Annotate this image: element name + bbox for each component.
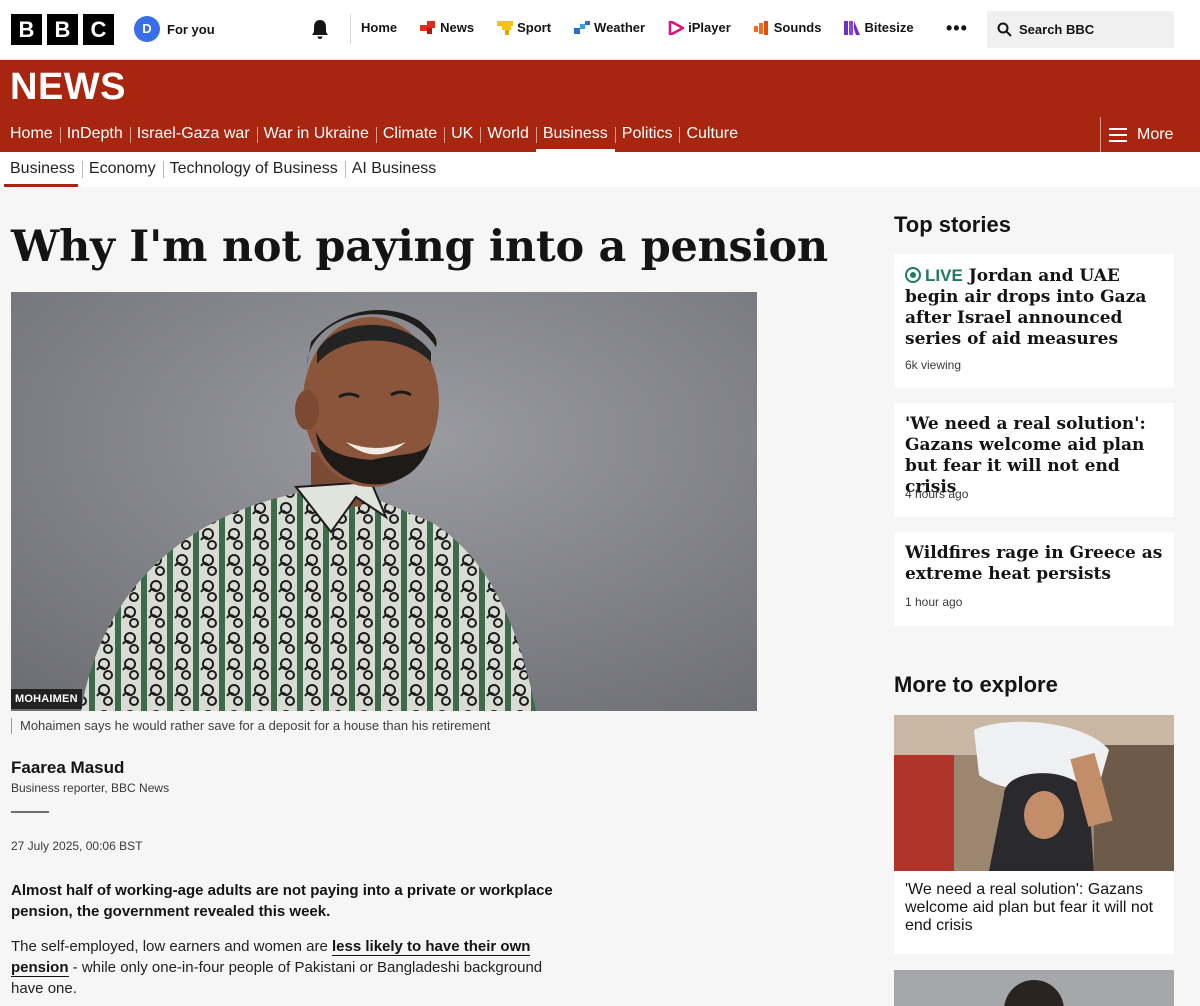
global-nav-weather[interactable]: Weather <box>574 20 645 35</box>
global-nav-bitesize[interactable]: Bitesize <box>844 20 914 35</box>
portrait-image <box>11 292 757 711</box>
global-nav-news[interactable]: News <box>420 20 474 35</box>
global-nav-iplayer[interactable]: iPlayer <box>668 20 731 35</box>
story-title: 'We need a real solution': Gazans welcom… <box>905 881 1154 934</box>
for-you-link[interactable]: D For you <box>134 16 215 42</box>
story-timestamp: 1 hour ago <box>905 595 963 609</box>
subnav-economy[interactable]: Economy <box>81 152 163 187</box>
article-headline: Why I'm not paying into a pension <box>11 222 828 272</box>
bbc-logo[interactable]: B B C <box>11 14 114 45</box>
article-date: 27 July 2025, 00:06 BST <box>11 839 143 853</box>
more-to-explore-heading: More to explore <box>894 672 1058 697</box>
article-paragraph: The self-employed, low earners and women… <box>11 936 571 999</box>
news-nav-uk[interactable]: UK <box>444 117 480 152</box>
top-stories-heading: Top stories <box>894 212 1011 237</box>
more-menu-button[interactable]: More <box>1100 117 1200 152</box>
iplayer-icon <box>668 20 685 35</box>
story-title: 'We need a real solution': Gazans welcom… <box>905 414 1146 497</box>
top-story-card[interactable]: 'We need a real solution': Gazans welcom… <box>894 403 1174 517</box>
byline-divider <box>11 811 49 813</box>
sounds-icon <box>753 20 768 35</box>
news-nav-indepth[interactable]: InDepth <box>59 117 130 152</box>
subnav-technology-of-business[interactable]: Technology of Business <box>162 152 345 187</box>
news-nav-home[interactable]: Home <box>0 117 60 152</box>
bbc-logo-letter: B <box>47 14 78 45</box>
sport-icon <box>497 20 514 35</box>
story-title: LIVE Jordan and UAE begin air drops into… <box>905 265 1163 350</box>
photo-caption: Mohaimen says he would rather save for a… <box>11 718 490 734</box>
search-placeholder: Search BBC <box>1019 22 1095 37</box>
search-icon <box>997 22 1012 37</box>
global-nav-home[interactable]: Home <box>361 20 397 35</box>
news-banner: NEWS Home InDepth Israel-Gaza war War in… <box>0 60 1200 152</box>
top-story-card[interactable]: LIVE Jordan and UAE begin air drops into… <box>894 254 1174 388</box>
global-nav-label: iPlayer <box>688 20 731 35</box>
global-nav-label: Sport <box>517 20 552 35</box>
weather-icon <box>574 20 591 34</box>
news-nav-politics[interactable]: Politics <box>614 117 680 152</box>
hamburger-icon <box>1109 127 1127 142</box>
story-timestamp: 4 hours ago <box>905 487 969 501</box>
live-icon <box>905 267 921 283</box>
explore-story-card[interactable]: 'We need a real solution': Gazans welcom… <box>894 871 1174 954</box>
search-bbc-input[interactable]: Search BBC <box>987 11 1174 48</box>
business-subnav: Business Economy Technology of Business … <box>0 152 1200 187</box>
article-photo <box>11 292 757 711</box>
explore-story-image[interactable] <box>894 970 1174 1006</box>
bitesize-icon <box>844 20 861 35</box>
subnav-ai-business[interactable]: AI Business <box>344 152 443 187</box>
live-label: LIVE <box>925 266 963 285</box>
news-wordmark[interactable]: NEWS <box>10 66 126 109</box>
global-nav-label: Weather <box>594 20 646 35</box>
news-nav-culture[interactable]: Culture <box>679 117 745 152</box>
story-thumbnail-image <box>894 970 1174 1006</box>
global-nav-sport[interactable]: Sport <box>497 20 551 35</box>
global-nav-label: Bitesize <box>864 20 914 35</box>
news-nav-israel-gaza[interactable]: Israel-Gaza war <box>129 117 257 152</box>
news-nav-ukraine[interactable]: War in Ukraine <box>256 117 376 152</box>
subnav-business[interactable]: Business <box>0 152 82 187</box>
bbc-masthead: B B C D For you Home News Sport Weather … <box>0 0 1200 60</box>
photo-credit: MOHAIMEN <box>11 689 82 709</box>
news-nav-business[interactable]: Business <box>535 117 615 152</box>
paragraph-text: The self-employed, low earners and women… <box>11 938 332 955</box>
global-nav-label: Sounds <box>773 20 822 35</box>
for-you-label: For you <box>167 21 215 37</box>
news-icon <box>420 20 436 34</box>
news-nav: Home InDepth Israel-Gaza war War in Ukra… <box>0 117 1200 152</box>
gaza-aid-image <box>894 715 1174 871</box>
news-nav-world[interactable]: World <box>480 117 536 152</box>
more-services-icon[interactable]: ••• <box>946 18 968 39</box>
story-title: Wildfires rage in Greece as extreme heat… <box>905 543 1163 584</box>
author-name: Faarea Masud <box>11 758 125 777</box>
top-story-card[interactable]: Wildfires rage in Greece as extreme heat… <box>894 532 1174 626</box>
more-label: More <box>1137 125 1174 143</box>
notifications-bell-icon[interactable] <box>309 18 331 40</box>
article-lede: Almost half of working-age adults are no… <box>11 882 553 920</box>
global-nav: Home News Sport Weather iPlayer Sounds B… <box>361 20 937 35</box>
divider <box>350 14 351 44</box>
global-nav-label: Home <box>361 20 398 35</box>
bbc-logo-letter: B <box>11 14 42 45</box>
global-nav-label: News <box>440 20 475 35</box>
paragraph-text: - while only one-in-four people of Pakis… <box>11 959 543 997</box>
global-nav-sounds[interactable]: Sounds <box>753 20 822 35</box>
news-nav-climate[interactable]: Climate <box>375 117 444 152</box>
author-role: Business reporter, BBC News <box>11 781 170 795</box>
avatar: D <box>134 16 160 42</box>
bbc-logo-letter: C <box>83 14 114 45</box>
explore-story-image[interactable] <box>894 715 1174 871</box>
viewing-count: 6k viewing <box>905 358 962 372</box>
